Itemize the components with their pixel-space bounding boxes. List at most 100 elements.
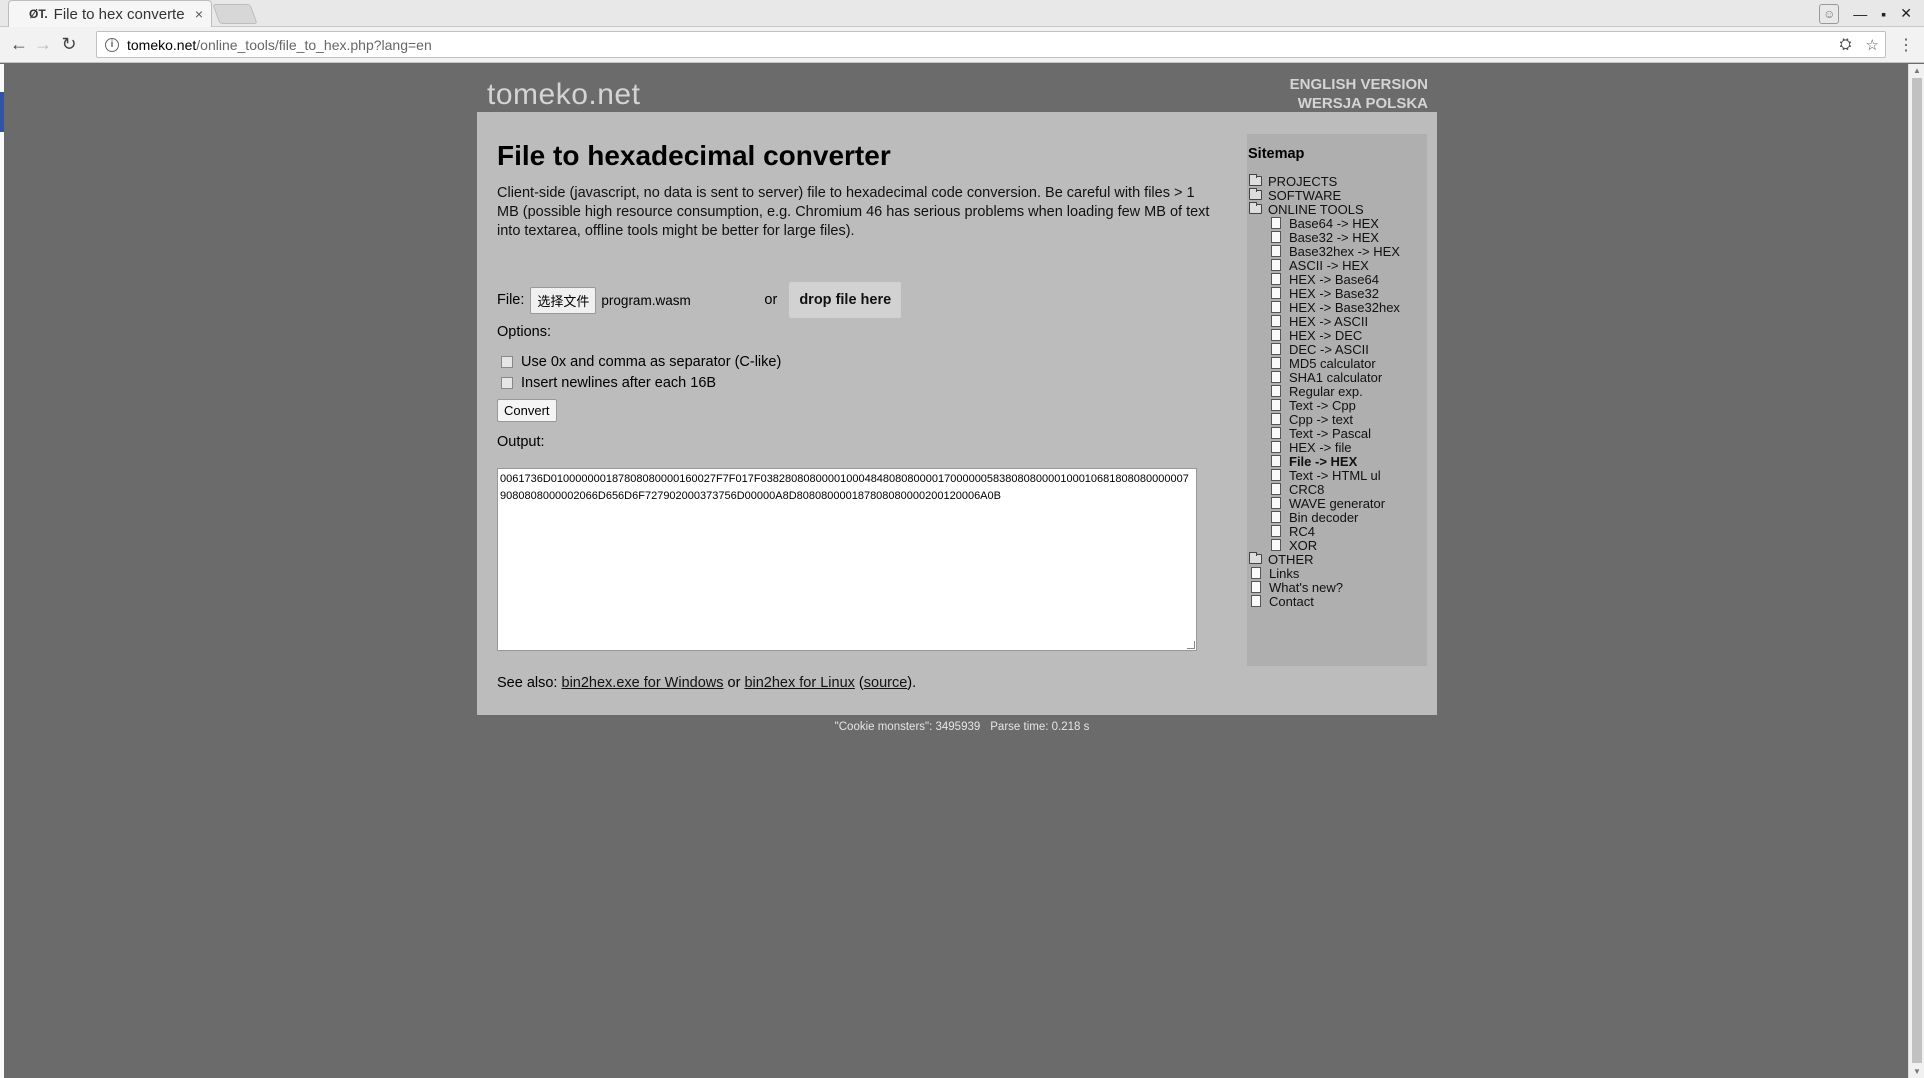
- resize-grip-icon[interactable]: [1187, 641, 1195, 649]
- maximize-icon[interactable]: ▪: [1881, 6, 1886, 22]
- forward-icon[interactable]: →: [32, 34, 54, 55]
- sitemap-tool-item[interactable]: WAVE generator: [1247, 495, 1427, 511]
- bookmark-star-icon[interactable]: ☆: [1866, 36, 1879, 54]
- page-icon: [1251, 595, 1261, 607]
- browser-menu-icon[interactable]: ⋮: [1898, 35, 1914, 55]
- scroll-down-icon[interactable]: ▼: [1913, 1067, 1921, 1076]
- sitemap-tool-label: SHA1 calculator: [1289, 369, 1383, 385]
- page-icon: [1271, 385, 1281, 397]
- translate-icon[interactable]: ⛭: [1840, 36, 1852, 54]
- scrollbar-thumb[interactable]: [1912, 78, 1922, 1063]
- scroll-up-icon[interactable]: ▲: [1913, 66, 1921, 75]
- tab-title: File to hex converte: [53, 5, 185, 23]
- newlines-checkbox[interactable]: [501, 377, 513, 389]
- folder-icon: [1249, 552, 1262, 564]
- sitemap-tool-item[interactable]: Text -> Pascal: [1247, 426, 1427, 441]
- paren-close: ).: [907, 675, 917, 691]
- sitemap-tool-item[interactable]: Base32 -> HEX: [1247, 230, 1427, 245]
- page-icon: [1251, 567, 1261, 579]
- bin2hex-linux-link[interactable]: bin2hex for Linux: [744, 675, 854, 691]
- sitemap-tool-item[interactable]: Bin decoder: [1247, 510, 1427, 525]
- url-host: tomeko.net: [127, 36, 197, 53]
- sitemap-item-online-tools[interactable]: ONLINE TOOLS: [1247, 202, 1427, 217]
- address-bar[interactable]: i tomeko.net/online_tools/file_to_hex.ph…: [96, 31, 1886, 58]
- sitemap-tool-item[interactable]: CRC8: [1247, 482, 1427, 497]
- minimize-icon[interactable]: —: [1853, 6, 1867, 22]
- sitemap-tool-item[interactable]: RC4: [1247, 523, 1427, 539]
- page-icon: [1271, 245, 1281, 257]
- sitemap-tool-item[interactable]: Text -> Cpp: [1247, 398, 1427, 413]
- polish-version-link[interactable]: WERSJA POLSKA: [1200, 94, 1428, 113]
- sitemap-tool-item[interactable]: Cpp -> text: [1247, 412, 1427, 427]
- sitemap-tool-label: RC4: [1289, 523, 1316, 539]
- sitemap-tool-item[interactable]: Regular exp.: [1247, 384, 1427, 399]
- page-icon: [1271, 315, 1281, 327]
- sitemap-item-contact[interactable]: Contact: [1247, 594, 1427, 609]
- sitemap-tool-item[interactable]: HEX -> ASCII: [1247, 314, 1427, 329]
- info-icon[interactable]: i: [105, 37, 119, 52]
- options-label: Options:: [497, 324, 551, 340]
- sitemap-item-other[interactable]: OTHER: [1247, 552, 1427, 567]
- language-links: ENGLISH VERSION WERSJA POLSKA: [1200, 75, 1428, 113]
- sitemap-tool-item[interactable]: SHA1 calculator: [1247, 369, 1427, 385]
- profile-icon[interactable]: ☺: [1819, 3, 1840, 24]
- sitemap-tool-item[interactable]: Text -> HTML ul: [1247, 468, 1427, 483]
- sitemap-item-whats-new[interactable]: What's new?: [1247, 580, 1427, 595]
- option-newlines[interactable]: Insert newlines after each 16B: [501, 375, 716, 391]
- back-icon[interactable]: ←: [8, 34, 30, 55]
- sitemap-tool-item[interactable]: MD5 calculator: [1247, 355, 1427, 371]
- folder-icon: [1249, 188, 1262, 200]
- sitemap-tool-item[interactable]: ASCII -> HEX: [1247, 258, 1427, 273]
- online-tools-list: Base64 -> HEX Base32 -> HEX Base32hex -> H…: [1247, 216, 1427, 553]
- page-footer: "Cookie monsters": 3495939 Parse time: 0.…: [0, 721, 1924, 733]
- page-icon: [1271, 413, 1281, 425]
- new-tab-button[interactable]: [212, 4, 258, 24]
- sitemap-tool-label: WAVE generator: [1289, 495, 1386, 511]
- close-window-icon[interactable]: ✕: [1900, 5, 1912, 22]
- sitemap-tool-item[interactable]: HEX -> Base32: [1247, 286, 1427, 301]
- output-textarea[interactable]: 0061736D010000000187808080000160027F7F01…: [497, 468, 1197, 651]
- main-content: File to hexadecimal converter Client-sid…: [497, 140, 1217, 691]
- page-icon: [1271, 357, 1281, 369]
- page-icon: [1251, 581, 1261, 593]
- english-version-link[interactable]: ENGLISH VERSION: [1200, 75, 1428, 94]
- sitemap-tool-item[interactable]: XOR: [1247, 538, 1427, 553]
- sitemap-tool-label: File -> HEX: [1289, 453, 1358, 469]
- sitemap-item-projects[interactable]: PROJECTS: [1247, 174, 1427, 189]
- sitemap-item-software[interactable]: SOFTWARE: [1247, 188, 1427, 203]
- drop-file-zone[interactable]: drop file here: [789, 282, 902, 318]
- separator-checkbox[interactable]: [501, 356, 513, 368]
- sitemap-tool-item[interactable]: HEX -> Base32hex: [1247, 300, 1427, 315]
- option-separator[interactable]: Use 0x and comma as separator (C-like): [501, 354, 781, 370]
- page-icon: [1271, 511, 1281, 523]
- page-title: File to hexadecimal converter: [497, 140, 891, 171]
- window-controls: ☺ — ▪ ✕: [1819, 0, 1924, 27]
- close-tab-icon[interactable]: ×: [195, 6, 203, 22]
- source-link[interactable]: source: [864, 675, 908, 691]
- site-logo[interactable]: tomeko.net: [487, 78, 640, 112]
- sitemap-tool-item[interactable]: HEX -> Base64: [1247, 272, 1427, 287]
- page-scrollbar[interactable]: ▲ ▼: [1908, 64, 1924, 1078]
- sitemap-item-links[interactable]: Links: [1247, 566, 1427, 581]
- page-icon: [1271, 497, 1281, 509]
- sitemap-tool-item[interactable]: Base32hex -> HEX: [1247, 244, 1427, 259]
- choose-file-button[interactable]: 选择文件: [530, 286, 597, 314]
- sitemap-tool-item[interactable]: HEX -> DEC: [1247, 328, 1427, 343]
- page-viewport: tomeko.net ENGLISH VERSION WERSJA POLSKA…: [0, 64, 1924, 1078]
- sitemap-tool-item[interactable]: DEC -> ASCII: [1247, 342, 1427, 357]
- page-icon: [1271, 287, 1281, 299]
- sitemap-tool-item[interactable]: Base64 -> HEX: [1247, 216, 1427, 231]
- page-icon: [1271, 301, 1281, 313]
- bin2hex-windows-link[interactable]: bin2hex.exe for Windows: [562, 675, 724, 691]
- sitemap-tool-item[interactable]: File -> HEX: [1247, 453, 1427, 469]
- browser-tab[interactable]: ØT. File to hex converte ×: [8, 0, 212, 27]
- url-path: /online_tools/file_to_hex.php?lang=en: [196, 36, 432, 53]
- sitemap-tool-label: MD5 calculator: [1289, 355, 1376, 371]
- convert-button[interactable]: Convert: [497, 399, 557, 422]
- file-label: File:: [497, 292, 525, 308]
- page-icon: [1271, 371, 1281, 383]
- sitemap-tool-item[interactable]: HEX -> file: [1247, 440, 1427, 455]
- reload-icon[interactable]: ↻: [58, 34, 80, 55]
- see-also-or: or: [723, 675, 745, 691]
- page-icon: [1271, 231, 1281, 243]
